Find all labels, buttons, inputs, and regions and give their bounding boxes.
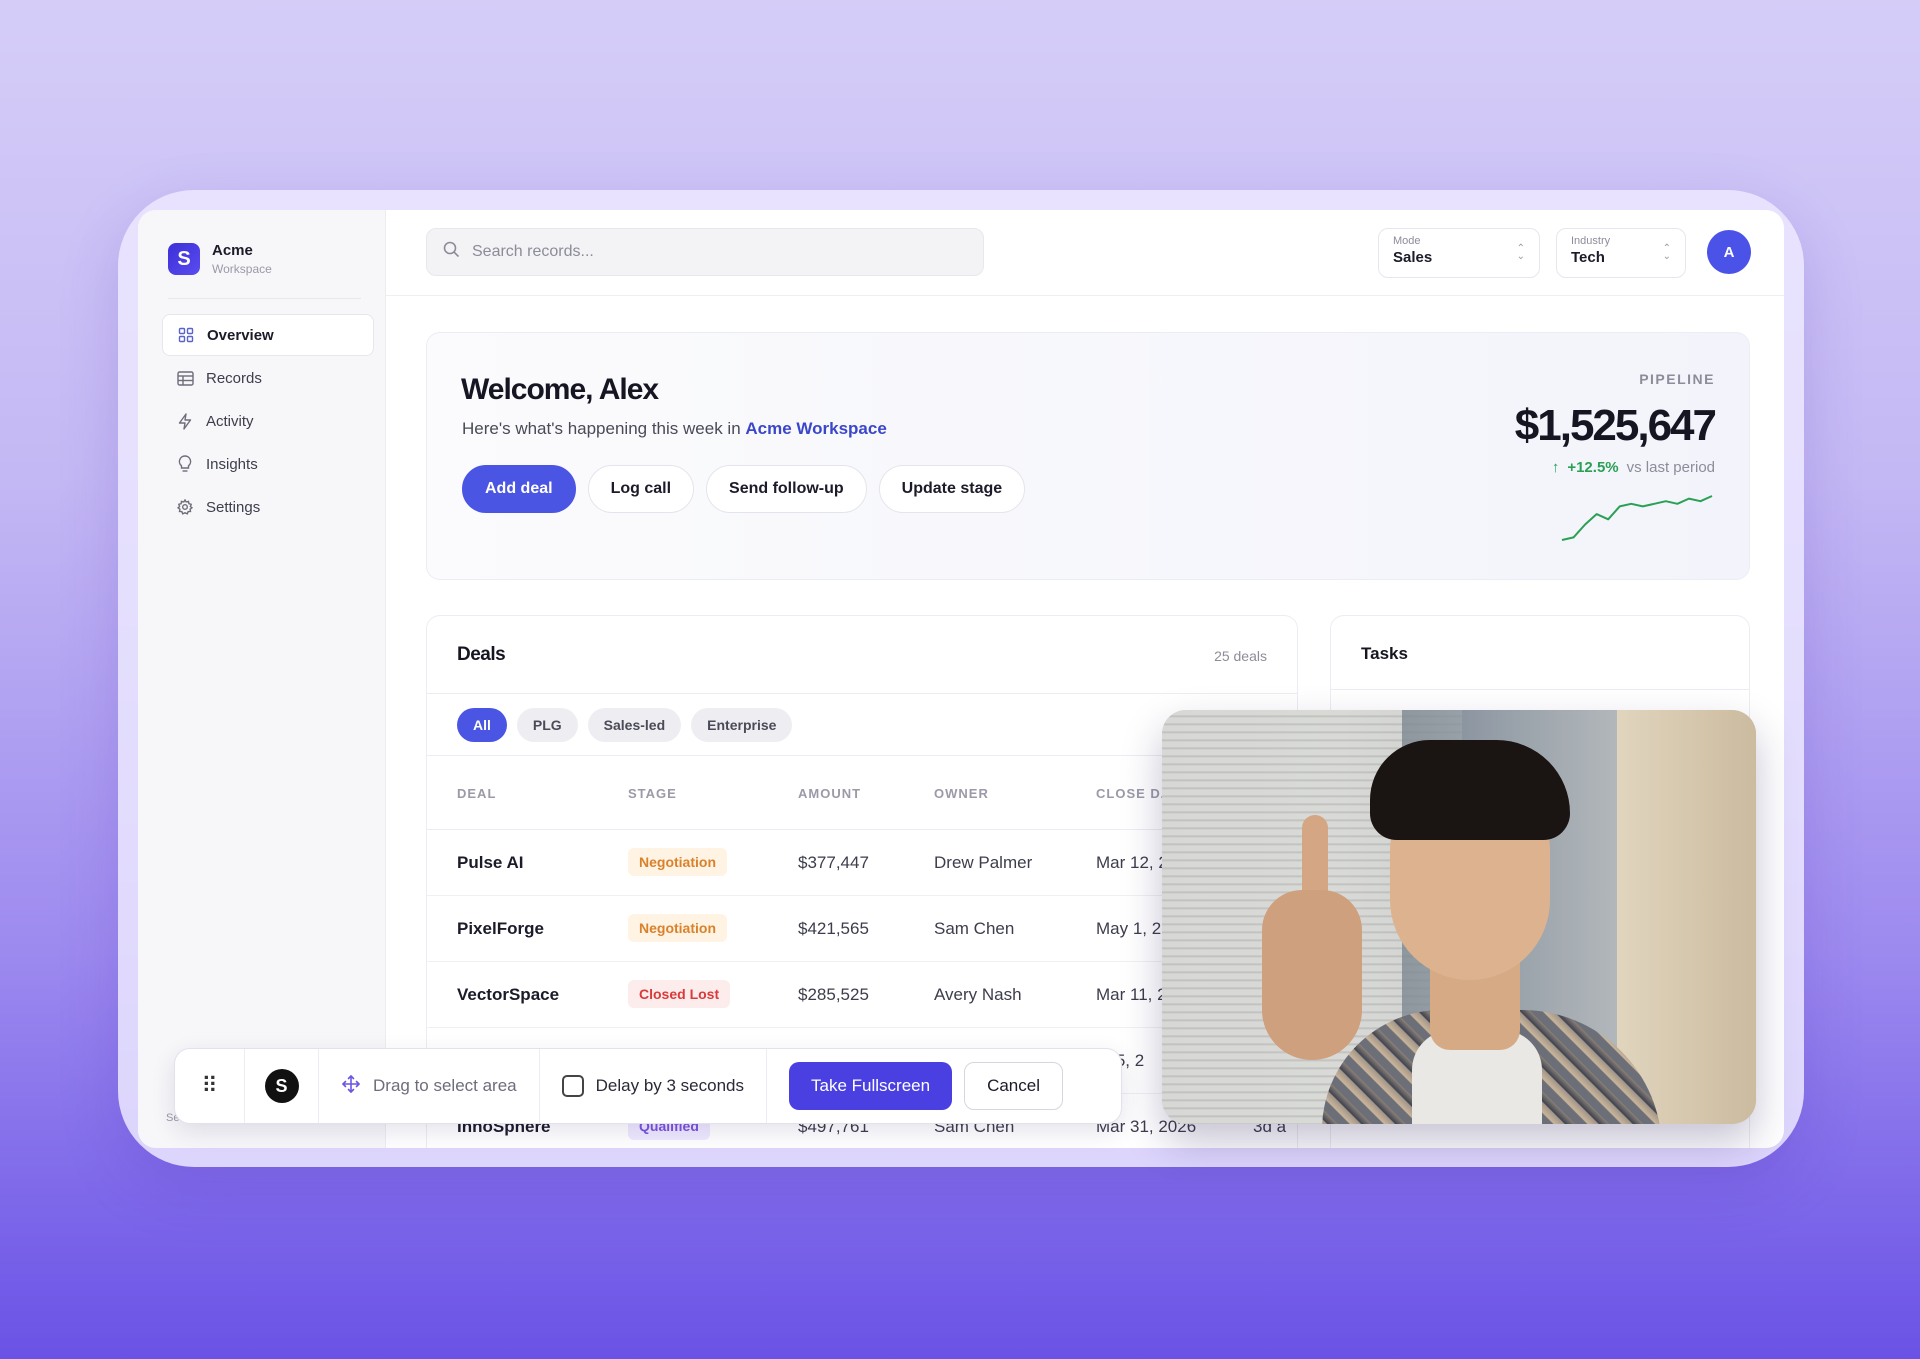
deal-owner: Sam Chen xyxy=(934,919,1015,938)
industry-value: Tech xyxy=(1571,249,1605,266)
search-input[interactable] xyxy=(472,243,952,261)
grid-icon xyxy=(177,326,195,344)
table-icon xyxy=(176,369,194,387)
tasks-title: Tasks xyxy=(1361,644,1408,663)
column-stage[interactable]: STAGE xyxy=(628,786,677,801)
deal-owner: Drew Palmer xyxy=(934,853,1033,872)
column-deal[interactable]: DEAL xyxy=(457,786,496,801)
search-box[interactable] xyxy=(426,228,984,276)
sidebar-item-label: Settings xyxy=(206,498,261,516)
update-stage-button[interactable]: Update stage xyxy=(878,465,1026,513)
filter-sales-led[interactable]: Sales-led xyxy=(587,707,682,742)
sidebar-item-overview[interactable]: Overview xyxy=(162,314,374,356)
deal-close-date: Mar 12, 2 xyxy=(1096,853,1168,872)
deal-amount: $421,565 xyxy=(798,919,869,938)
chevron-updown-icon: ⌃ ⌄ xyxy=(1516,243,1525,262)
logo-letter: S xyxy=(264,1069,299,1103)
toolbar-actions: Take Fullscreen Cancel xyxy=(767,1049,1077,1123)
take-fullscreen-button[interactable]: Take Fullscreen xyxy=(789,1062,953,1110)
gear-icon xyxy=(176,498,194,516)
workspace-name: Acme xyxy=(212,242,253,259)
workspace-switcher[interactable]: S Acme Workspace xyxy=(168,242,272,276)
sidebar-item-insights[interactable]: Insights xyxy=(162,443,374,485)
welcome-subtitle: Here's what's happening this week in Acm… xyxy=(462,419,887,439)
pipeline-delta-value: +12.5% xyxy=(1567,459,1619,476)
workspace-logo: S xyxy=(168,243,200,275)
welcome-subtitle-text: Here's what's happening this week in xyxy=(462,419,746,438)
sidebar-item-settings[interactable]: Settings xyxy=(162,486,374,528)
filter-enterprise[interactable]: Enterprise xyxy=(691,707,793,742)
capture-toolbar: ⠿ S Drag to select area Delay by 3 secon… xyxy=(174,1048,1122,1124)
bolt-icon xyxy=(176,412,194,430)
deal-owner: Avery Nash xyxy=(934,985,1022,1004)
chevron-updown-icon: ⌃ ⌄ xyxy=(1662,243,1671,262)
status-badge: Closed Lost xyxy=(628,980,731,1008)
deal-close-date: May 1, 2 xyxy=(1096,919,1162,938)
lightbulb-icon xyxy=(176,455,194,473)
delay-label: Delay by 3 seconds xyxy=(595,1076,745,1095)
drag-handle-icon[interactable]: ⠿ xyxy=(175,1049,245,1123)
person-hair xyxy=(1370,740,1570,840)
deals-count: 25 deals xyxy=(1214,648,1267,664)
move-icon xyxy=(341,1074,361,1099)
search-icon xyxy=(443,241,460,263)
sparkline-series xyxy=(1561,495,1713,541)
column-owner[interactable]: OWNER xyxy=(934,786,989,801)
sidebar-item-label: Overview xyxy=(207,326,274,344)
deal-close-date: Mar 11, 2 xyxy=(1096,985,1167,1004)
column-close-date[interactable]: CLOSE DA xyxy=(1096,786,1171,801)
workspace-subtitle: Workspace xyxy=(212,262,272,276)
column-amount[interactable]: AMOUNT xyxy=(798,786,861,801)
deal-name: VectorSpace xyxy=(457,985,560,1004)
drag-label: Drag to select area xyxy=(373,1076,517,1095)
arrow-up-icon: ↑ xyxy=(1551,459,1560,476)
deal-name: PixelForge xyxy=(457,919,544,938)
quick-actions: Add deal Log call Send follow-up Update … xyxy=(462,465,1026,513)
delay-option[interactable]: Delay by 3 seconds xyxy=(540,1049,768,1123)
wall-background xyxy=(1617,710,1756,1124)
pipeline-label: PIPELINE xyxy=(1639,371,1715,387)
cancel-button[interactable]: Cancel xyxy=(964,1062,1063,1110)
avatar[interactable]: A xyxy=(1707,230,1751,274)
sidebar-item-activity[interactable]: Activity xyxy=(162,400,374,442)
divider xyxy=(168,298,361,299)
industry-label: Industry xyxy=(1571,235,1611,247)
sidebar: S Acme Workspace Overview Records Activi… xyxy=(138,210,386,1148)
deal-amount: $285,525 xyxy=(798,985,869,1004)
status-badge: Negotiation xyxy=(628,914,727,942)
mode-label: Mode xyxy=(1393,235,1421,247)
deals-header: Deals 25 deals xyxy=(427,616,1297,694)
pipeline-value: $1,525,647 xyxy=(1514,401,1717,450)
mode-select[interactable]: Mode Sales ⌃ ⌄ xyxy=(1378,228,1540,278)
workspace-link[interactable]: Acme Workspace xyxy=(745,419,886,438)
sidebar-nav: Overview Records Activity Insights Setti… xyxy=(162,314,374,529)
mode-value: Sales xyxy=(1393,249,1433,266)
deal-name: Pulse AI xyxy=(457,853,524,872)
tasks-header: Tasks xyxy=(1331,616,1749,690)
filter-plg[interactable]: PLG xyxy=(516,707,578,742)
drag-select-area[interactable]: Drag to select area xyxy=(319,1049,540,1123)
pipeline-delta: ↑ +12.5% vs last period xyxy=(1552,459,1715,476)
page-title: Welcome, Alex xyxy=(461,373,659,406)
sidebar-item-records[interactable]: Records xyxy=(162,357,374,399)
welcome-card: Welcome, Alex Here's what's happening th… xyxy=(426,332,1750,580)
deal-amount: $377,447 xyxy=(798,853,869,872)
log-call-button[interactable]: Log call xyxy=(587,465,695,513)
add-deal-button[interactable]: Add deal xyxy=(462,465,576,513)
sidebar-item-label: Activity xyxy=(206,412,254,430)
filter-all[interactable]: All xyxy=(457,707,507,742)
person-hand xyxy=(1262,890,1362,1060)
send-follow-up-button[interactable]: Send follow-up xyxy=(706,465,867,513)
delay-checkbox[interactable] xyxy=(561,1075,584,1097)
pipeline-delta-suffix: vs last period xyxy=(1626,459,1715,476)
status-badge: Negotiation xyxy=(628,848,727,876)
sidebar-item-label: Insights xyxy=(206,455,258,473)
deals-title: Deals xyxy=(457,644,506,665)
industry-select[interactable]: Industry Tech ⌃ ⌄ xyxy=(1556,228,1686,278)
top-bar: Mode Sales ⌃⌄ Industry Tech ⌃⌄ A xyxy=(386,210,1784,296)
app-logo: S xyxy=(245,1049,319,1123)
pipeline-sparkline xyxy=(1561,495,1713,541)
webcam-video[interactable] xyxy=(1162,710,1756,1124)
sidebar-item-label: Records xyxy=(206,369,262,387)
